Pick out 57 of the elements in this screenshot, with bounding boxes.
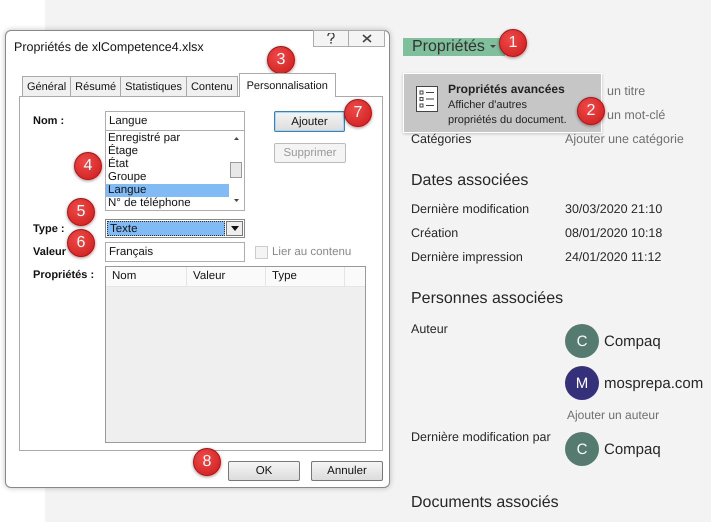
avatar: M [565, 366, 599, 400]
field-label: Type : [33, 222, 66, 234]
list-icon [416, 86, 438, 112]
avatar: C [565, 432, 599, 466]
person-name[interactable]: Compaq [604, 440, 661, 458]
field-label: Propriétés : [33, 269, 96, 281]
add-author-link[interactable]: Ajouter un auteur [565, 408, 704, 422]
person-name[interactable]: mosprepa.com [604, 374, 704, 392]
tab[interactable]: Personnalisation [238, 73, 336, 97]
person-name[interactable]: Compaq [604, 332, 661, 350]
close-icon [362, 34, 372, 43]
list-item[interactable]: Enregistré par [106, 132, 229, 145]
cancel-button[interactable]: Annuler [311, 461, 383, 481]
property-value[interactable]: Ajouter une catégorie [565, 132, 684, 146]
column-header[interactable]: Valeur [187, 267, 266, 286]
column-header[interactable]: Nom [106, 267, 187, 286]
column-header[interactable]: Type [266, 267, 345, 286]
menu-item-title[interactable]: Propriétés avancées [448, 82, 570, 96]
property-label: Dernière modification par [411, 429, 552, 446]
tab[interactable]: Résumé [70, 76, 122, 96]
property-label: Création [411, 226, 460, 240]
window-title: Propriétés de xlCompetence4.xlsx [14, 40, 204, 54]
add-button[interactable]: Ajouter [274, 111, 345, 132]
field-label: Valeur [33, 246, 68, 258]
section-heading: Documents associés [411, 494, 559, 512]
menu-item-description: Afficher d'autres propriétés du document. [448, 98, 568, 128]
caret-icon [490, 45, 496, 49]
type-dropdown[interactable]: Texte [105, 219, 245, 238]
help-button[interactable] [313, 30, 349, 47]
list-item[interactable]: Groupe [106, 171, 229, 184]
list-item[interactable]: Langue [106, 184, 229, 197]
field-label: Nom : [33, 115, 66, 127]
list-item[interactable]: État [106, 158, 229, 171]
checkbox-label: Lier au contenu [272, 246, 352, 258]
tab[interactable]: Général [22, 76, 72, 96]
value-field[interactable]: Français [105, 242, 245, 262]
property-label: Dernière impression [411, 250, 524, 264]
caret-icon [230, 226, 238, 231]
section-heading: Personnes associées [411, 290, 564, 308]
property-value: 30/03/2020 21:10 [565, 202, 662, 216]
property-label: Dernière modification [411, 202, 530, 216]
list-item[interactable]: N° de téléphone [106, 197, 229, 210]
avatar: C [565, 324, 599, 358]
property-value: 08/01/2020 10:18 [565, 226, 662, 240]
help-icon [327, 33, 335, 44]
name-listbox[interactable]: Enregistré par Étage État Groupe Langue N° de téléphone [105, 131, 245, 211]
name-field[interactable]: Langue [105, 111, 245, 131]
property-label: Catégories [411, 132, 472, 146]
property-label: Auteur [411, 321, 449, 338]
ok-button[interactable]: OK [228, 461, 300, 481]
tab[interactable]: Contenu [186, 76, 238, 96]
close-button[interactable] [349, 30, 385, 47]
list-item[interactable]: Étage [106, 145, 229, 158]
tab[interactable]: Statistiques [120, 76, 187, 96]
section-heading: Dates associées [411, 172, 528, 190]
property-value: 24/01/2020 11:12 [565, 250, 662, 264]
properties-dropdown-button[interactable]: Propriétés [403, 38, 505, 56]
